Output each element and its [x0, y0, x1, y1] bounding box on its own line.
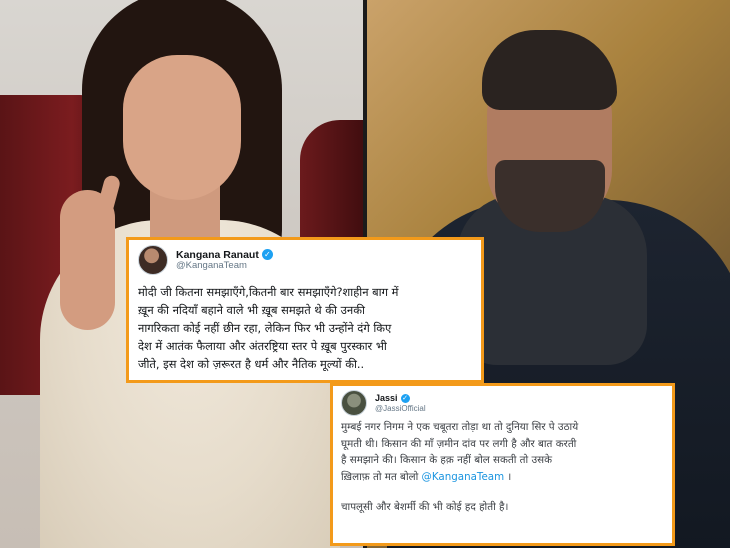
user-handle[interactable]: @KanganaTeam — [176, 260, 273, 272]
tweet-header: Kangana Ranaut ✓ @KanganaTeam — [138, 245, 273, 275]
display-name[interactable]: Kangana Ranaut — [176, 249, 259, 261]
mention-link[interactable]: @KanganaTeam — [422, 471, 505, 483]
tweet-line: है समझाने की। किसान के हक़ नहीं बोल सकती… — [341, 454, 552, 466]
user-handle[interactable]: @JassiOfficial — [375, 404, 426, 413]
tweet-author: Kangana Ranaut ✓ @KanganaTeam — [176, 249, 273, 272]
tweet-text: मुम्बई नगर निगम ने एक चबूतरा तोड़ा था तो… — [341, 419, 673, 516]
tweet-line-with-mention: ख़िलाफ़ तो मत बोलो @KanganaTeam । — [341, 469, 673, 486]
display-name[interactable]: Jassi — [375, 393, 398, 403]
avatar[interactable] — [341, 390, 367, 416]
tweet-line: मुम्बई नगर निगम ने एक चबूतरा तोड़ा था तो… — [341, 421, 579, 433]
tweet-line: नागरिकता कोई नहीं छीन रहा, लेकिन फिर भी … — [138, 321, 392, 335]
tweet-closing-line: चापलूसी और बेशर्मी की भी कोई हद होती है। — [341, 501, 509, 513]
avatar[interactable] — [138, 245, 168, 275]
tweet-author: Jassi ✓ @JassiOfficial — [375, 393, 426, 413]
mention-suffix: । — [504, 470, 512, 483]
tweet-line: ख़ून की नदियाँ बहाने वाले भी ख़ूब समझते … — [138, 303, 365, 317]
tweet-line: ख़िलाफ़ तो मत बोलो — [341, 470, 419, 483]
tweet-card-kangana: Kangana Ranaut ✓ @KanganaTeam मोदी जी कि… — [126, 237, 484, 383]
tweet-text: मोदी जी कितना समझाएँगे,कितनी बार समझाएँग… — [138, 283, 478, 373]
verified-icon: ✓ — [400, 393, 410, 403]
man-hair — [482, 30, 617, 110]
tweet-header: Jassi ✓ @JassiOfficial — [341, 390, 426, 416]
tweet-line: घूमती थी। किसान की माँ ज़मीन दांव पर लगी… — [341, 437, 577, 450]
tweet-line: जीते, इस देश को ज़रूरत है धर्म और नैतिक … — [138, 357, 365, 371]
tweet-card-jassi: Jassi ✓ @JassiOfficial मुम्बई नगर निगम न… — [330, 383, 675, 546]
man-beard — [495, 160, 605, 232]
verified-icon: ✓ — [261, 249, 273, 261]
tweet-line: मोदी जी कितना समझाएँगे,कितनी बार समझाएँग… — [138, 285, 399, 299]
tweet-line: देश में आतंक फैलाया और अंतरष्ट्रिया स्तर… — [138, 339, 387, 353]
woman-face — [123, 55, 241, 200]
